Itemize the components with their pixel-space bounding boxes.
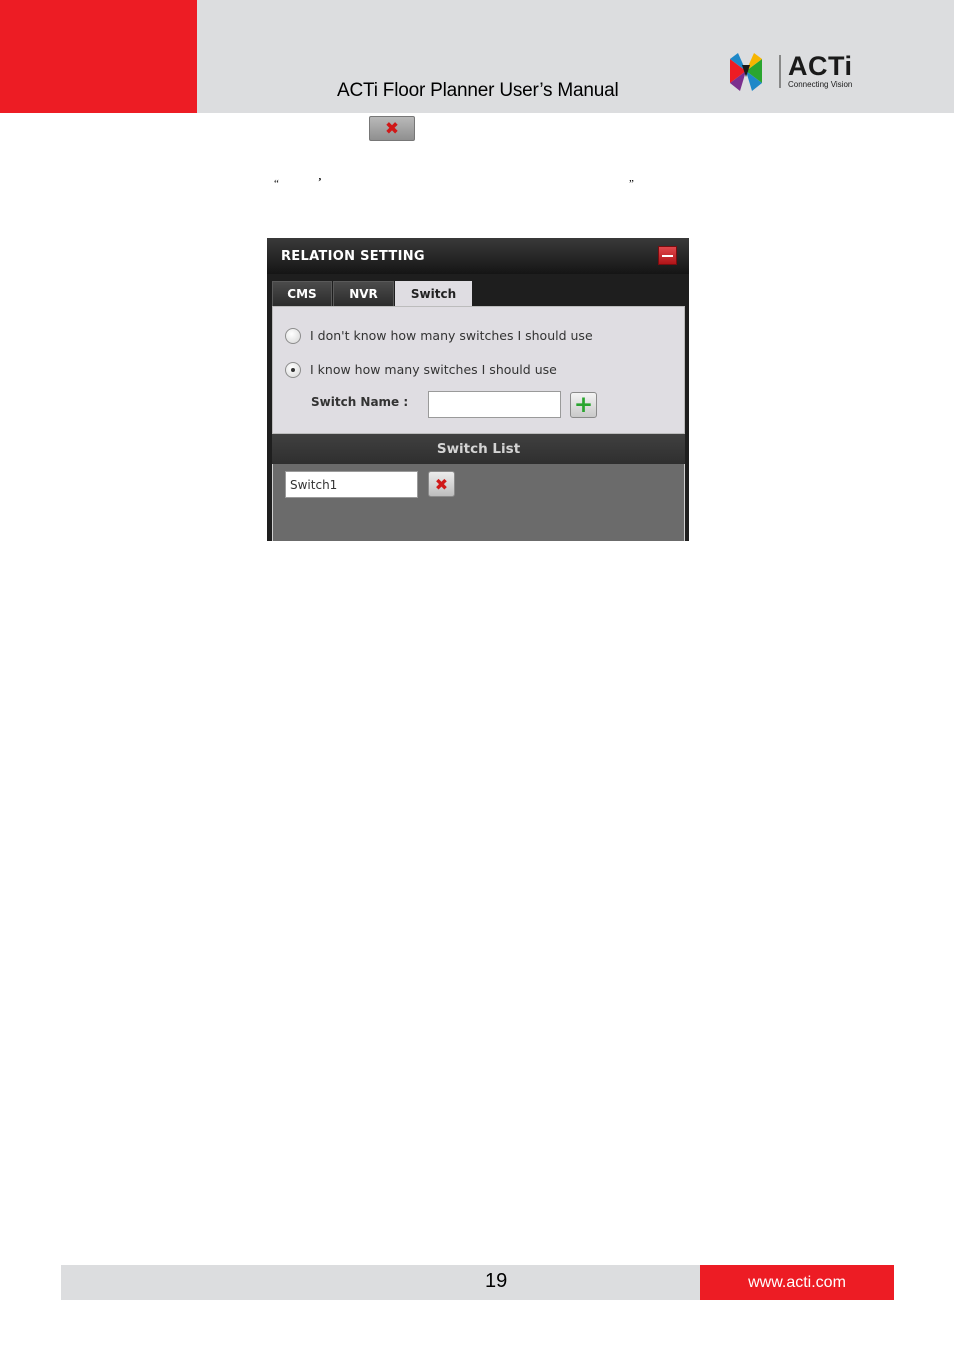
plus-icon: +: [573, 392, 594, 418]
delete-icon-illustration: ✖: [369, 116, 415, 141]
tab-switch[interactable]: Switch: [395, 281, 472, 307]
switch-entry-input[interactable]: Switch1: [285, 471, 418, 498]
tab-nvr[interactable]: NVR: [333, 281, 394, 306]
logo-wordmark: ACTi: [788, 51, 853, 81]
apostrophe: ’: [318, 176, 322, 188]
logo-divider: [779, 55, 781, 88]
minus-icon: [662, 254, 673, 257]
website-link[interactable]: www.acti.com: [700, 1265, 894, 1300]
add-switch-button[interactable]: +: [570, 392, 597, 418]
logo-tagline: Connecting Vision: [788, 80, 853, 89]
tab-cms[interactable]: CMS: [272, 281, 332, 306]
delete-switch-button[interactable]: ✖: [428, 471, 455, 497]
relation-setting-dialog: RELATION SETTING CMS NVR Switch I don't …: [267, 238, 689, 541]
close-quote: ”: [629, 178, 634, 190]
close-icon: ✖: [434, 474, 449, 494]
dialog-title: RELATION SETTING: [281, 249, 425, 264]
radio-known-switches[interactable]: [285, 362, 301, 378]
header-red-block: [0, 0, 197, 113]
manual-title: ACTi Floor Planner User’s Manual: [337, 80, 619, 101]
close-icon: ✖: [384, 118, 400, 139]
switch-settings-panel: I don't know how many switches I should …: [272, 306, 685, 434]
minimize-button[interactable]: [658, 246, 677, 265]
radio-unknown-switches[interactable]: [285, 328, 301, 344]
switch-name-label: Switch Name :: [311, 395, 409, 409]
page-number: 19: [485, 1270, 508, 1292]
option-label-known: I know how many switches I should use: [310, 362, 557, 377]
switch-list-header: Switch List: [272, 434, 685, 464]
open-quote: “: [274, 178, 279, 190]
switch-list: Switch1 ✖: [272, 464, 685, 541]
option-label-unknown: I don't know how many switches I should …: [310, 328, 593, 343]
dialog-header: RELATION SETTING: [267, 238, 689, 274]
footer-bar: [61, 1265, 700, 1300]
switch-name-input[interactable]: [428, 391, 561, 418]
